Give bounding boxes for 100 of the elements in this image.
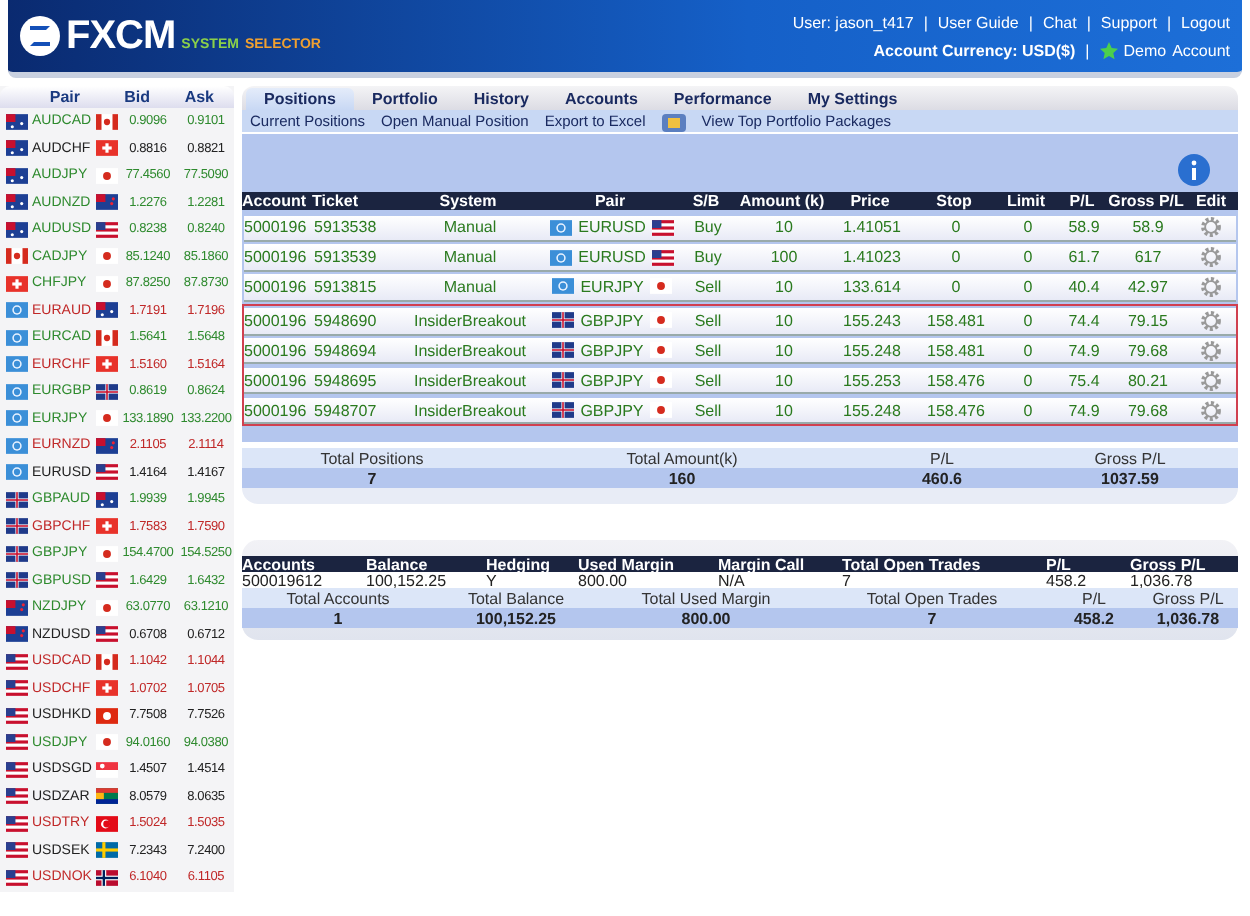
tab[interactable]: Positions xyxy=(246,88,355,110)
flag-icon xyxy=(95,869,118,886)
header-link[interactable]: Chat xyxy=(1042,13,1077,31)
table-cell-text: 74.9 xyxy=(1066,341,1102,360)
table-cell-text: 0 xyxy=(949,248,963,267)
flag-icon xyxy=(6,464,28,481)
total-value: 460.6 xyxy=(919,469,965,488)
column-header: Accounts xyxy=(242,556,315,575)
table-cell-text: InsiderBreakout xyxy=(411,341,529,360)
table-cell-text: 0 xyxy=(1021,371,1035,390)
position-row[interactable]: 5000196 5948694 InsiderBreakout GBPJPY Sell 10 155.248 158.481 0 74.9 79.68 xyxy=(244,338,1236,365)
flag-icon xyxy=(552,342,575,359)
table-cell-text: 155.253 xyxy=(841,371,903,390)
table-cell-text: 5948695 xyxy=(314,371,379,390)
flag-icon xyxy=(95,599,118,616)
gear-icon[interactable] xyxy=(1200,369,1222,392)
flag-icon xyxy=(6,491,28,508)
flag-icon xyxy=(95,653,118,670)
tab[interactable]: Performance xyxy=(655,88,790,110)
flag-icon xyxy=(6,275,28,292)
header-link[interactable]: User Guide xyxy=(937,13,1019,31)
table-cell: EURUSD xyxy=(578,218,646,237)
table-cell-text: InsiderBreakout xyxy=(411,371,529,390)
table-cell-text: 42.97 xyxy=(1125,277,1171,296)
total-value: 1,036.78 xyxy=(1154,609,1222,628)
flag-icon xyxy=(95,275,118,292)
header-link[interactable]: Logout xyxy=(1181,13,1230,31)
flag-icon xyxy=(95,842,118,859)
table-cell-text: 133.614 xyxy=(841,277,903,296)
table-cell-text: 0 xyxy=(1021,311,1035,330)
position-row[interactable]: 5000196 5948695 InsiderBreakout GBPJPY Sell 10 155.253 158.476 0 75.4 80.21 xyxy=(244,367,1236,395)
total-value: 7 xyxy=(925,609,939,628)
table-cell-text: 61.7 xyxy=(1066,248,1102,267)
table-cell-text: 10 xyxy=(773,218,795,237)
column-header: Ticket xyxy=(312,192,360,210)
gear-icon[interactable] xyxy=(1200,339,1222,362)
table-cell-text: 80.21 xyxy=(1125,371,1171,390)
flag-icon xyxy=(651,219,674,236)
table-cell-text: Y xyxy=(486,572,499,591)
flag-icon xyxy=(6,761,28,778)
flag-icon xyxy=(6,842,28,859)
total-value: 100,152.25 xyxy=(473,609,559,628)
package-icon xyxy=(661,111,686,131)
table-cell: GBPJPY xyxy=(580,371,644,390)
total-value: 7 xyxy=(365,469,379,488)
total-label: Total Accounts xyxy=(284,589,392,608)
table-cell-text: 158.476 xyxy=(925,371,987,390)
column-header: Amount (k) xyxy=(737,192,827,210)
table-cell-text: 79.68 xyxy=(1125,401,1171,420)
flag-icon xyxy=(649,372,672,389)
header-link[interactable]: Support xyxy=(1100,13,1157,31)
info-icon[interactable] xyxy=(1178,154,1210,186)
total-label: Total Used Margin xyxy=(639,589,773,608)
column-header: Price xyxy=(848,192,892,210)
column-header: Stop xyxy=(934,192,974,210)
total-label: Total Positions xyxy=(318,449,426,468)
separator: | xyxy=(923,13,928,31)
table-cell-text: 1.41023 xyxy=(841,248,903,267)
position-row[interactable]: 5000196 5913539 Manual EURUSD Buy 100 1.41023 0 0 61.7 617 xyxy=(244,244,1236,272)
flag-icon xyxy=(6,302,28,319)
gear-icon[interactable] xyxy=(1200,309,1222,332)
gear-icon[interactable] xyxy=(1200,246,1222,269)
account-link[interactable]: Account xyxy=(1172,41,1230,59)
table-cell-text: Sell xyxy=(692,311,724,330)
position-row[interactable]: 5000196 5913815 Manual EURJPY Sell 10 133.614 0 0 40.4 42.97 xyxy=(244,274,1236,302)
table-cell-text: Sell xyxy=(692,371,724,390)
position-row[interactable]: 5000196 5948690 InsiderBreakout GBPJPY Sell 10 155.243 158.481 0 74.4 79.15 xyxy=(244,308,1236,336)
table-cell-text: 617 xyxy=(1132,248,1164,267)
separator: | xyxy=(1166,13,1172,31)
table-cell-text: 1,036.78 xyxy=(1130,572,1195,591)
flag-icon xyxy=(6,518,28,535)
table-cell-text: 10 xyxy=(773,311,795,330)
table-cell-text: 0 xyxy=(1021,401,1035,420)
table-cell-text: 800.00 xyxy=(578,572,629,591)
tab[interactable]: Accounts xyxy=(546,88,656,110)
gear-icon[interactable] xyxy=(1200,399,1222,422)
tab[interactable]: Portfolio xyxy=(354,88,456,110)
table-cell-text: 500019612 xyxy=(242,572,325,591)
flag-icon xyxy=(95,302,118,319)
table-cell-text: 58.9 xyxy=(1066,218,1102,237)
total-value: 160 xyxy=(666,469,698,488)
flag-icon xyxy=(6,734,28,751)
column-header: Used Margin xyxy=(578,556,677,575)
gear-icon[interactable] xyxy=(1200,216,1222,239)
table-cell-text: 79.15 xyxy=(1125,311,1171,330)
total-label: Gross P/L xyxy=(1150,589,1226,608)
demo-link[interactable]: Demo xyxy=(1123,41,1167,59)
tab[interactable]: My Settings xyxy=(789,88,916,110)
position-row[interactable]: 5000196 5948707 InsiderBreakout GBPJPY Sell 10 155.248 158.476 0 74.9 79.68 xyxy=(244,397,1236,425)
flag-icon xyxy=(6,545,28,562)
table-cell: GBPJPY xyxy=(580,311,644,330)
total-label: P/L xyxy=(927,449,956,468)
position-row[interactable]: 5000196 5913538 Manual EURUSD Buy 10 1.41051 0 0 58.9 58.9 xyxy=(244,215,1236,242)
column-header: Limit xyxy=(1004,192,1048,210)
column-header: System xyxy=(437,192,499,210)
table-cell-text: 10 xyxy=(773,341,795,360)
flag-icon xyxy=(95,707,118,724)
tab[interactable]: History xyxy=(455,88,547,110)
total-value: 1037.59 xyxy=(1099,469,1161,488)
gear-icon[interactable] xyxy=(1200,275,1222,298)
